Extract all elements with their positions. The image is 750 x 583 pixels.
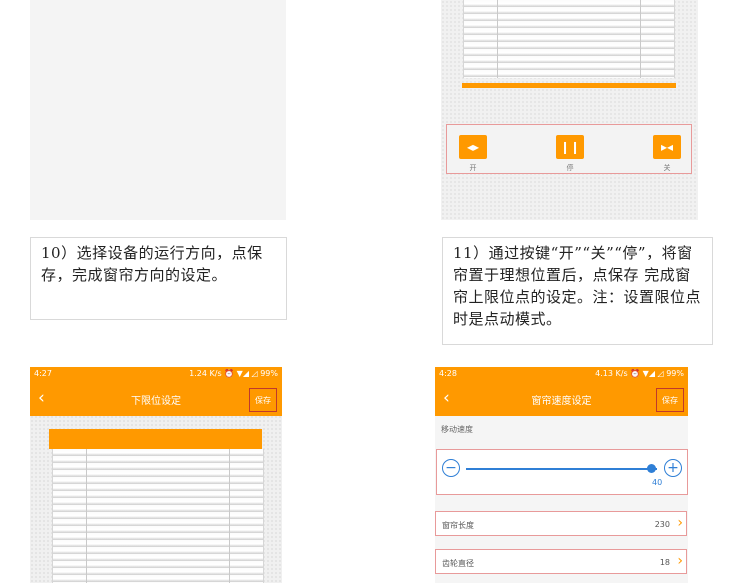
control-panel: ◂▸ 开 ❙❙ 停 ▸◂ 关 xyxy=(446,124,692,174)
pause-icon: ❙❙ xyxy=(559,140,581,154)
nav-bar: ‹ 下限位设定 保存 xyxy=(30,382,282,416)
blind-head-rail xyxy=(49,429,262,449)
speed-setting-screen: 4:28 4.13 K/s ⏰ ▼◢ ◿ 99% ‹ 窗帘速度设定 保存 移动速… xyxy=(435,367,688,583)
status-indicators: 4.13 K/s ⏰ ▼◢ ◿ 99% xyxy=(595,369,684,378)
lower-limit-screen: 4:27 1.24 K/s ⏰ ▼◢ ◿ 99% ‹ 下限位设定 保存 xyxy=(30,367,282,583)
blank-screenshot xyxy=(30,0,286,220)
plus-icon[interactable]: + xyxy=(664,459,682,477)
open-label: 开 xyxy=(469,164,477,172)
speed-slider[interactable]: − 40 + xyxy=(436,449,688,495)
open-button[interactable]: ◂▸ xyxy=(459,135,487,159)
step10-caption: 10）选择设备的运行方向，点保存，完成窗帘方向的设定。 xyxy=(30,237,287,320)
status-time: 4:27 xyxy=(34,369,52,378)
blind-bottom-rail xyxy=(462,83,676,88)
chevron-right-icon: › xyxy=(677,553,683,569)
page-title: 窗帘速度设定 xyxy=(531,396,592,407)
curtain-length-row[interactable]: 窗帘长度 230 › xyxy=(435,511,687,536)
stop-label: 停 xyxy=(566,164,574,172)
blind-cord xyxy=(229,449,230,583)
page-title: 下限位设定 xyxy=(131,396,181,407)
close-icon: ▸◂ xyxy=(660,140,674,154)
status-time: 4:28 xyxy=(439,369,457,378)
close-label: 关 xyxy=(663,164,671,172)
slider-value: 40 xyxy=(652,478,663,487)
slider-track[interactable] xyxy=(466,468,657,470)
curtain-length-label: 窗帘长度 xyxy=(442,521,474,530)
blind-cord xyxy=(640,0,641,78)
curtain-length-value: 230 xyxy=(654,520,670,529)
save-button[interactable]: 保存 xyxy=(656,388,684,412)
close-button[interactable]: ▸◂ xyxy=(653,135,681,159)
save-button[interactable]: 保存 xyxy=(249,388,277,412)
blind-slats xyxy=(463,0,675,78)
blind-slats xyxy=(52,449,264,583)
speed-section-label: 移动速度 xyxy=(441,425,473,434)
open-icon: ◂▸ xyxy=(466,140,480,154)
gear-diameter-row[interactable]: 齿轮直径 18 › xyxy=(435,549,687,574)
gear-diameter-value: 18 xyxy=(659,558,670,567)
step11-caption: 11）通过按键“开”“关”“停”，将窗帘置于理想位置后，点保存 完成窗帘上限位点… xyxy=(442,237,713,345)
chevron-right-icon: › xyxy=(677,515,683,531)
status-bar: 4:28 4.13 K/s ⏰ ▼◢ ◿ 99% xyxy=(435,367,688,382)
gear-diameter-label: 齿轮直径 xyxy=(442,559,474,568)
stop-button[interactable]: ❙❙ xyxy=(556,135,584,159)
blind-control-screenshot: ◂▸ 开 ❙❙ 停 ▸◂ 关 xyxy=(441,0,698,220)
blind-cord xyxy=(497,0,498,78)
minus-icon[interactable]: − xyxy=(442,459,460,477)
slider-thumb[interactable] xyxy=(646,464,656,473)
status-indicators: 1.24 K/s ⏰ ▼◢ ◿ 99% xyxy=(189,369,278,378)
status-bar: 4:27 1.24 K/s ⏰ ▼◢ ◿ 99% xyxy=(30,367,282,382)
blind-cord xyxy=(86,449,87,583)
nav-bar: ‹ 窗帘速度设定 保存 xyxy=(435,382,688,416)
